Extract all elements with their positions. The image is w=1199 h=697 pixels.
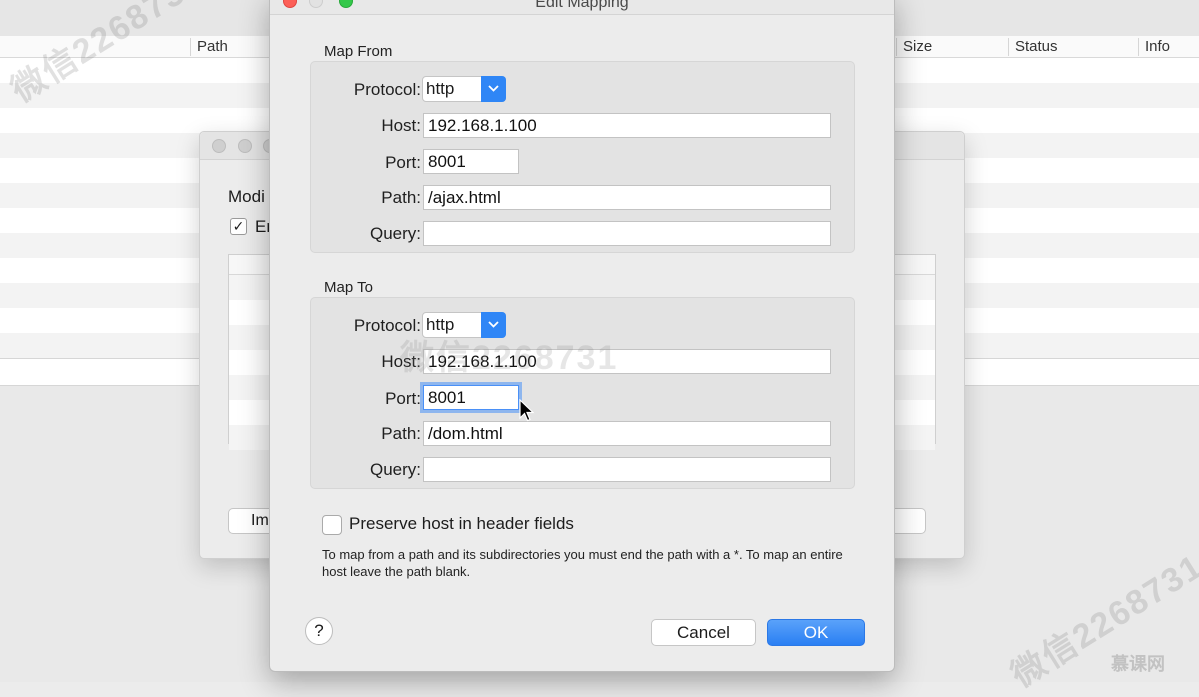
map-to-query-label: Query: [369,460,421,479]
map-to-query-input[interactable] [423,457,831,482]
map-to-path-input[interactable]: /dom.html [423,421,831,446]
watermark-logo: 慕课网 [1111,654,1165,674]
mouse-cursor-icon [519,399,535,422]
edit-mapping-titlebar: Edit Mapping [270,0,894,15]
preserve-host-checkbox[interactable] [322,515,342,535]
map-to-path-label: Path: [381,424,421,443]
map-from-protocol-label: Protocol: [353,80,421,99]
column-header-path[interactable]: Path [190,38,228,56]
map-from-port-input[interactable]: 8001 [423,149,519,174]
dialog-title: Edit Mapping [535,0,629,11]
map-from-port-label: Port: [385,153,421,172]
chevron-down-icon[interactable] [481,76,506,102]
map-from-path-input[interactable]: /ajax.html [423,185,831,210]
minimize-icon[interactable] [238,139,252,153]
map-from-title: Map From [324,43,393,60]
column-header-info[interactable]: Info [1138,38,1170,56]
watermark-text: 微信2268731 [400,339,619,377]
settings-action-button[interactable] [890,508,926,534]
map-to-group: Protocol: http Host: 192.168.1.100 Port:… [310,297,855,489]
map-to-port-label: Port: [385,389,421,408]
cancel-button[interactable]: Cancel [651,619,756,646]
map-from-path-label: Path: [381,188,421,207]
enable-checkbox[interactable]: ✓ [230,218,247,235]
map-from-host-label: Host: [381,116,421,135]
map-to-title: Map To [324,279,373,296]
help-text: To map from a path and its subdirectorie… [322,547,843,579]
ok-button[interactable]: OK [767,619,865,646]
preserve-host-label: Preserve host in header fields [349,514,574,533]
map-from-host-input[interactable]: 192.168.1.100 [423,113,831,138]
map-to-port-input[interactable]: 8001 [423,385,519,410]
settings-section-label: Modi [228,187,265,206]
map-from-protocol-value: http [426,79,455,98]
map-from-group: Protocol: http Host: 192.168.1.100 Port:… [310,61,855,253]
map-from-protocol-select[interactable]: http [422,76,506,102]
help-button[interactable]: ? [305,617,333,645]
map-from-query-input[interactable] [423,221,831,246]
column-header-size[interactable]: Size [896,38,932,56]
close-icon[interactable] [212,139,226,153]
column-header-status[interactable]: Status [1008,38,1058,56]
map-from-query-label: Query: [369,224,421,243]
